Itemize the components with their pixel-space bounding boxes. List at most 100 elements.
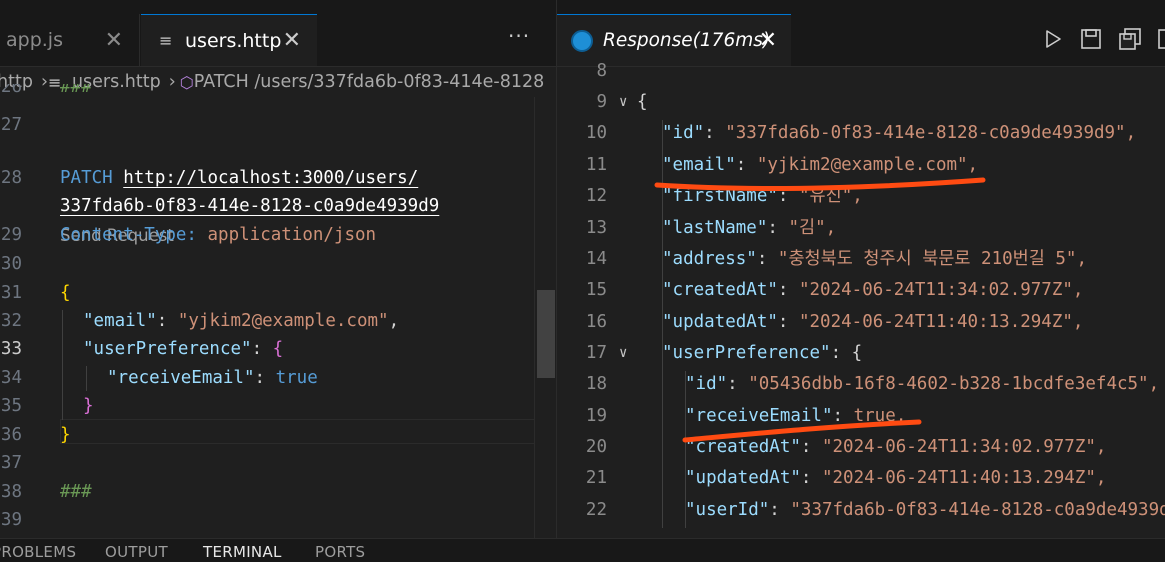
line-number: 39 [0,510,22,530]
code-line: 33 "userPreference": { [0,335,534,364]
json-key: "email" [83,311,157,331]
response-editor-group: Response(176ms) ✕ 8 9 ∨ {10 "id": "337f… [556,0,1165,538]
json-value: "2024-06-24T11:40:13.294Z", [821,468,1107,488]
response-code[interactable]: 8 9 ∨ { 10 "id": "337fda6b-0f83-414e-812… [557,58,1165,538]
json-value: "05436dbb-16f8-4602-b328-1bcdfe3ef4c5", [748,374,1160,394]
json-key: "address" [662,249,757,269]
code-line: 30 [0,250,534,279]
line-number: 29 [0,225,22,245]
panel-tab-output[interactable]: OUTPUT [105,543,168,561]
code-line: 11 "email": "yjkim2@example.com", [557,150,1165,181]
json-key: "id" [662,123,705,143]
json-value: true, [853,406,907,426]
json-value: { [851,343,863,363]
line-number: 38 [0,482,22,502]
json-value: "2024-06-24T11:40:13.294Z", [798,312,1084,332]
file-lines-icon: ≡ [159,31,173,50]
line-number: 15 [585,280,607,300]
comment: ### [60,84,92,97]
bottom-panel-tabs: PROBLEMS OUTPUT TERMINAL PORTS [0,538,1165,562]
code-line: 34 "receiveEmail": true [0,364,534,393]
code-line: 8 [557,56,1165,87]
panel-tab-problems[interactable]: PROBLEMS [0,543,76,561]
code-line: 21 "updatedAt": "2024-06-24T11:40:13.294… [557,463,1165,494]
line-number: 19 [585,406,607,426]
run-icon[interactable] [1042,28,1064,50]
request-url[interactable]: http://localhost:3000/users/ [123,168,418,188]
save-icon[interactable] [1080,28,1102,50]
json-value: true [275,368,318,388]
code-line: 29 Content-Type: application/json [0,221,534,250]
json-key: "userPreference" [83,339,252,359]
tab-label: Response(176ms) [603,30,771,51]
line-number: 35 [0,396,22,416]
code-line: 26 ### [0,84,534,102]
code-line: 36 } [0,421,534,450]
json-value: "충청북도 청주시 북문로 210번길 5", [777,249,1088,269]
line-number: 13 [585,218,607,238]
line-number: 32 [0,311,22,331]
line-number: 8 [596,61,607,81]
code-line: 18 "id": "05436dbb-16f8-4602-b328-1bcdfe… [557,369,1165,400]
code-line: 20 "createdAt": "2024-06-24T11:34:02.977… [557,432,1165,463]
json-key: "receiveEmail" [107,368,255,388]
request-url-continued[interactable]: 337fda6b-0f83-414e-8128-c0a9de4939d9 [60,192,439,221]
tab-users-http[interactable]: ≡ users.http ✕ [141,14,317,66]
line-number: 18 [585,374,607,394]
code-line: 39 [0,506,534,535]
json-value: "yjkim2@example.com" [177,311,389,331]
tab-app-js[interactable]: app.js ✕ [0,14,140,66]
json-key: "createdAt" [685,437,801,457]
code-line: 13 "lastName": "김", [557,213,1165,244]
request-code[interactable]: 26 ### 27 Send Request 28 PATCH http://l… [0,84,554,538]
line-number: 12 [585,186,607,206]
brace: { [637,92,648,112]
tab-label: app.js [6,29,63,51]
code-line: 10 "id": "337fda6b-0f83-414e-8128-c0a9de… [557,118,1165,149]
brace: { [60,283,71,303]
line-number: 21 [585,468,607,488]
code-line: 31 { [0,279,534,308]
left-tab-bar: app.js ✕ ≡ users.http ✕ ··· [0,0,556,67]
header-name: Content-Type: [60,225,197,245]
comment: ### [60,482,92,502]
json-value: "2024-06-24T11:34:02.977Z", [821,437,1107,457]
line-number: 27 [0,115,22,135]
code-line: 32 "email": "yjkim2@example.com", [0,307,534,336]
request-editor-group: app.js ✕ ≡ users.http ✕ ··· http › ≡ use… [0,0,556,538]
brace: } [83,396,94,416]
code-line: 38 ### [0,478,534,507]
json-value: "김", [788,218,837,238]
line-number: 14 [585,249,607,269]
scrollbar[interactable] [534,97,556,538]
chevron-down-icon[interactable]: ∨ [619,338,627,369]
json-value: "337fda6b-0f83-414e-8128-c0a9de4939d9", [725,123,1137,143]
json-value: "유진", [798,186,863,206]
code-line: 9 ∨ { [557,87,1165,118]
indent-guide [62,310,63,420]
save-body-icon[interactable] [1119,28,1141,50]
header-value: application/json [207,225,377,245]
more-actions-icon[interactable]: ··· [508,24,530,48]
close-icon[interactable]: ✕ [105,28,123,53]
panel-tab-ports[interactable]: PORTS [315,543,365,561]
line-number: 22 [585,500,607,520]
code-line: 19 "receiveEmail": true, [557,401,1165,432]
panel-tab-terminal[interactable]: TERMINAL [203,543,282,561]
line-number: 34 [0,368,22,388]
code-line: 27 [0,111,534,140]
close-icon[interactable]: ✕ [759,28,777,53]
json-value: "2024-06-24T11:34:02.977Z", [798,280,1084,300]
line-number: 20 [585,437,607,457]
line-number: 28 [0,168,22,188]
split-editor-icon[interactable] [1157,28,1165,50]
json-key: "userPreference" [662,343,831,363]
code-line: 28 PATCH http://localhost:3000/users/ [0,164,534,193]
close-icon[interactable]: ✕ [283,28,301,53]
line-number: 11 [585,155,607,175]
chevron-down-icon[interactable]: ∨ [619,87,627,118]
code-line: 22 "userId": "337fda6b-0f83-414e-8128-c0… [557,495,1165,526]
json-value: "yjkim2@example.com", [756,155,979,175]
scrollbar-thumb[interactable] [537,290,555,378]
line-number: 10 [585,123,607,143]
